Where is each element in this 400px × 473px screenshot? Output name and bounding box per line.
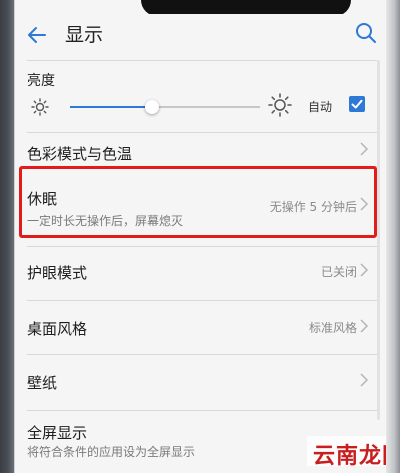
row-title: 护眼模式 xyxy=(27,264,88,282)
settings-screen: 显示 亮度 自动 色彩模式与色温 休眠 一定时长无操作后，屏幕熄灭 无操作 5 … xyxy=(14,0,389,473)
chevron-right-icon xyxy=(360,142,369,156)
auto-brightness-checkbox[interactable] xyxy=(349,96,365,112)
row-title: 色彩模式与色温 xyxy=(27,145,133,163)
brightness-slider-fill xyxy=(70,106,152,108)
chevron-right-icon xyxy=(360,373,369,387)
row-eye-comfort[interactable]: 护眼模式 已关闭 xyxy=(15,246,389,294)
sun-small-icon xyxy=(31,98,49,116)
row-color-mode[interactable]: 色彩模式与色温 xyxy=(15,132,389,166)
row-value: 已关闭 xyxy=(320,265,357,279)
row-title: 壁纸 xyxy=(27,374,58,392)
watermark: 云南龙网 xyxy=(307,436,389,469)
brightness-row: 亮度 自动 xyxy=(15,64,389,128)
search-icon[interactable] xyxy=(353,20,379,46)
brightness-label: 亮度 xyxy=(27,73,55,89)
scrollbar[interactable] xyxy=(377,60,380,420)
row-subtitle: 将符合条件的应用设为全屏显示 xyxy=(27,445,196,459)
phone-frame-edge xyxy=(386,0,400,473)
row-home-style[interactable]: 桌面风格 标准风格 xyxy=(15,300,389,352)
row-title: 桌面风格 xyxy=(27,320,88,338)
chevron-right-icon xyxy=(360,263,369,277)
divider xyxy=(27,60,377,61)
auto-brightness-label: 自动 xyxy=(308,100,333,114)
app-bar: 显示 xyxy=(15,14,389,54)
row-value: 标准风格 xyxy=(308,321,357,335)
sun-large-icon xyxy=(268,93,292,117)
chevron-right-icon xyxy=(360,319,369,333)
row-wallpaper[interactable]: 壁纸 xyxy=(15,354,389,406)
highlight-box xyxy=(19,166,377,238)
brightness-slider[interactable] xyxy=(70,100,260,114)
page-title: 显示 xyxy=(65,24,104,46)
back-arrow-icon[interactable] xyxy=(25,23,49,47)
watermark-text: 云南龙网 xyxy=(313,444,389,469)
row-title: 全屏显示 xyxy=(27,424,88,442)
brightness-slider-thumb[interactable] xyxy=(144,100,159,114)
phone-frame: 显示 亮度 自动 色彩模式与色温 休眠 一定时长无操作后，屏幕熄灭 无操作 5 … xyxy=(0,0,400,473)
